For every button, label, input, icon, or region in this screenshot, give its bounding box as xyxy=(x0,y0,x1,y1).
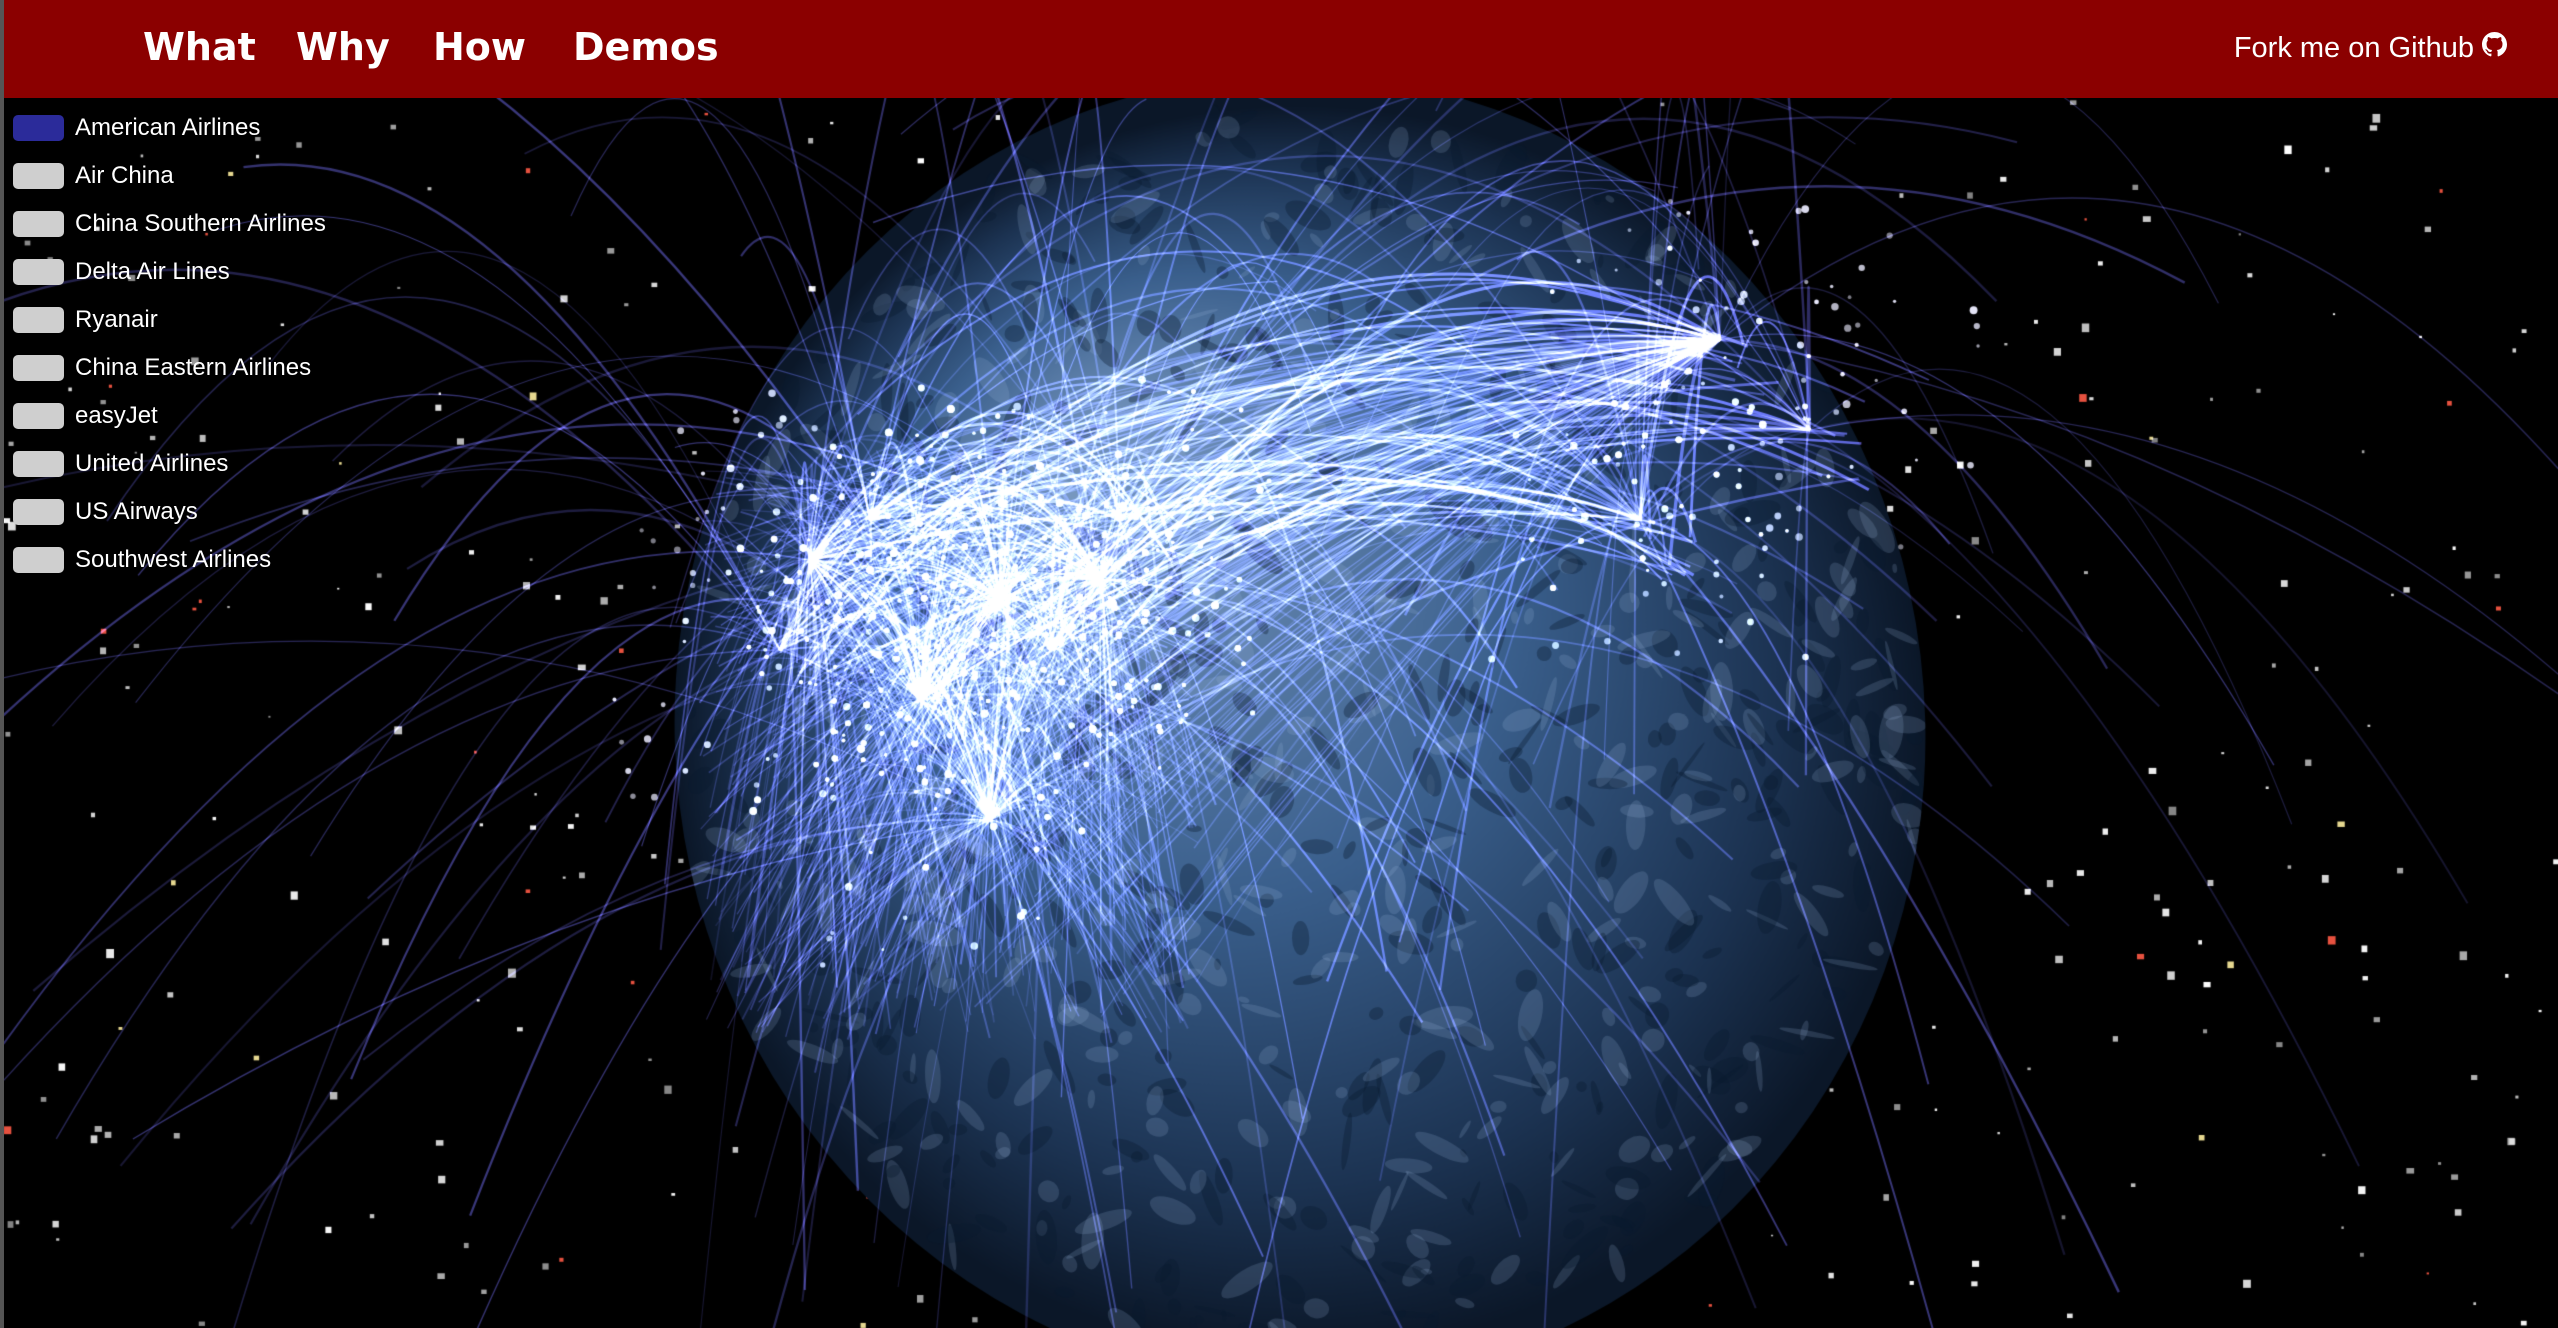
airline-toggle-delta-air-lines[interactable]: Delta Air Lines xyxy=(13,248,326,296)
airline-color-swatch[interactable] xyxy=(13,547,64,573)
fork-link-label: Fork me on Github xyxy=(2233,32,2474,64)
airline-label: American Airlines xyxy=(75,114,261,141)
airline-color-swatch[interactable] xyxy=(13,451,64,477)
airline-color-swatch[interactable] xyxy=(13,115,64,141)
airline-label: easyJet xyxy=(75,402,158,429)
airline-toggle-air-china[interactable]: Air China xyxy=(13,152,326,200)
top-navigation-bar: What Why How Demos Fork me on Github xyxy=(0,0,2558,98)
airline-color-swatch[interactable] xyxy=(13,211,64,237)
airline-label: Southwest Airlines xyxy=(75,546,272,573)
airline-legend: American Airlines Air China China Southe… xyxy=(13,104,326,584)
airline-toggle-us-airways[interactable]: US Airways xyxy=(13,488,326,536)
airline-toggle-american-airlines[interactable]: American Airlines xyxy=(13,104,326,152)
airline-label: China Eastern Airlines xyxy=(75,354,312,381)
github-icon xyxy=(2482,28,2507,68)
airline-color-swatch[interactable] xyxy=(13,259,64,285)
airline-label: United Airlines xyxy=(75,450,229,477)
airline-toggle-ryanair[interactable]: Ryanair xyxy=(13,296,326,344)
nav-link-why[interactable]: Why xyxy=(296,22,390,72)
window-left-edge xyxy=(0,0,4,1328)
nav-link-demos[interactable]: Demos xyxy=(573,22,719,72)
nav-link-how[interactable]: How xyxy=(433,22,526,72)
nav-link-what[interactable]: What xyxy=(143,22,256,72)
airline-label: China Southern Airlines xyxy=(75,210,326,237)
airline-color-swatch[interactable] xyxy=(13,163,64,189)
airline-label: Delta Air Lines xyxy=(75,258,230,285)
airline-toggle-southwest-airlines[interactable]: Southwest Airlines xyxy=(13,536,326,584)
airline-color-swatch[interactable] xyxy=(13,307,64,333)
globe-flight-routes-canvas[interactable] xyxy=(0,0,2558,1328)
airline-toggle-china-eastern-airlines[interactable]: China Eastern Airlines xyxy=(13,344,326,392)
airline-toggle-united-airlines[interactable]: United Airlines xyxy=(13,440,326,488)
airline-color-swatch[interactable] xyxy=(13,355,64,381)
airline-label: Air China xyxy=(75,162,174,189)
visualization-stage[interactable]: What Why How Demos Fork me on Github Ame… xyxy=(0,0,2558,1328)
fork-on-github-link[interactable]: Fork me on Github xyxy=(2234,28,2507,68)
airline-label: US Airways xyxy=(75,498,198,525)
airline-color-swatch[interactable] xyxy=(13,403,64,429)
airline-label: Ryanair xyxy=(75,306,158,333)
airline-toggle-china-southern-airlines[interactable]: China Southern Airlines xyxy=(13,200,326,248)
airline-color-swatch[interactable] xyxy=(13,499,64,525)
airline-toggle-easyjet[interactable]: easyJet xyxy=(13,392,326,440)
